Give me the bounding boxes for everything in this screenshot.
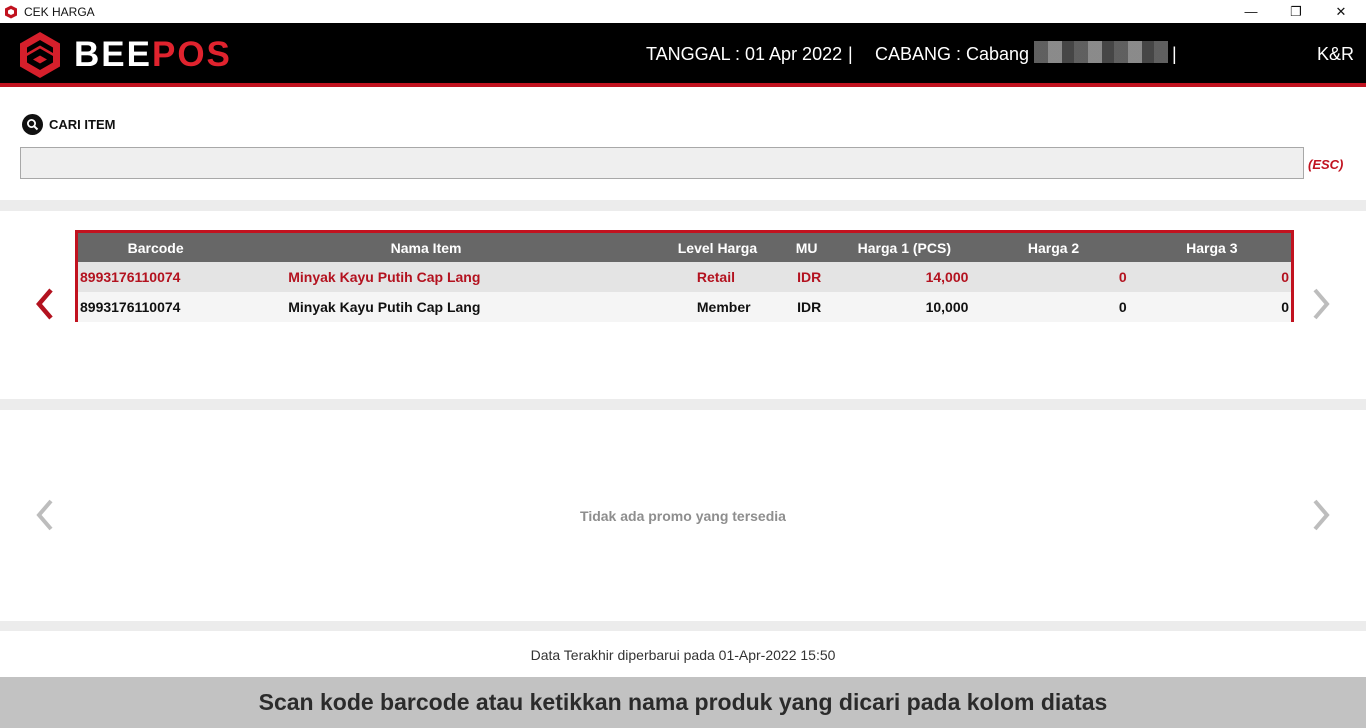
chevron-right-icon <box>1313 499 1330 531</box>
chevron-left-icon <box>36 288 53 320</box>
column-header-nama-item: Nama Item <box>390 239 462 256</box>
cell-nama-item: Minyak Kayu Putih Cap Lang <box>288 299 481 315</box>
header-branch: CABANG : Cabang <box>875 44 1030 64</box>
window-title: CEK HARGA <box>24 4 95 19</box>
prev-price-arrow[interactable] <box>30 284 60 324</box>
section-divider <box>0 621 1366 631</box>
maximize-button[interactable]: ❐ <box>1273 0 1319 23</box>
instruction-footer: Scan kode barcode atau ketikkan nama pro… <box>0 677 1366 728</box>
table-row[interactable]: 8993176110074 Minyak Kayu Putih Cap Lang… <box>78 262 1291 292</box>
redacted-branch-name <box>1034 41 1168 63</box>
cell-level-harga: Retail <box>696 269 735 285</box>
esc-hint: (ESC) <box>1308 157 1344 172</box>
cell-harga-2: 0 <box>1118 269 1127 285</box>
minimize-icon: — <box>1244 4 1258 19</box>
chevron-right-icon <box>1313 288 1330 320</box>
cell-harga-1: 14,000 <box>925 269 969 285</box>
minimize-button[interactable]: — <box>1228 0 1274 23</box>
cell-nama-item: Minyak Kayu Putih Cap Lang <box>288 269 481 285</box>
cell-level-harga: Member <box>696 299 751 315</box>
column-header-barcode: Barcode <box>127 239 184 256</box>
app-icon <box>5 5 17 18</box>
search-label-text: CARI ITEM <box>49 117 116 132</box>
cell-harga-3: 0 <box>1281 299 1289 315</box>
cell-harga-1: 10,000 <box>925 299 969 315</box>
cell-mu: IDR <box>797 299 822 315</box>
logo-hexagon-icon <box>20 32 60 78</box>
header-separator: | <box>1172 44 1177 64</box>
search-input[interactable] <box>20 147 1304 179</box>
column-header-mu: MU <box>795 239 818 256</box>
column-header-harga-3: Harga 3 <box>1186 239 1238 256</box>
table-row[interactable]: 8993176110074 Minyak Kayu Putih Cap Lang… <box>78 292 1291 322</box>
search-icon <box>22 114 43 135</box>
cell-harga-3: 0 <box>1281 269 1289 285</box>
cell-mu: IDR <box>797 269 822 285</box>
section-divider <box>0 200 1366 211</box>
close-icon: ✕ <box>1335 3 1347 19</box>
price-table: Barcode Nama Item Level Harga MU Harga 1… <box>75 230 1294 322</box>
table-header-row: Barcode Nama Item Level Harga MU Harga 1… <box>78 233 1291 262</box>
beepos-logo: BEE POS <box>18 31 232 79</box>
last-updated-text: Data Terakhir diperbarui pada 01-Apr-202… <box>530 647 836 663</box>
close-button[interactable]: ✕ <box>1318 0 1364 23</box>
next-promo-arrow[interactable] <box>1306 495 1336 535</box>
column-header-harga-1: Harga 1 (PCS) <box>857 239 951 256</box>
header-user: K&R <box>1317 44 1355 64</box>
cell-barcode: 8993176110074 <box>80 299 181 315</box>
header-separator: | <box>848 44 853 64</box>
instruction-message: Scan kode barcode atau ketikkan nama pro… <box>258 689 1108 715</box>
column-header-level-harga: Level Harga <box>677 239 758 256</box>
window-titlebar: CEK HARGA — ❐ ✕ <box>0 0 1366 23</box>
header-date: TANGGAL : 01 Apr 2022 <box>646 44 843 64</box>
next-price-arrow[interactable] <box>1306 284 1336 324</box>
cell-harga-2: 0 <box>1118 299 1127 315</box>
logo-text-bee: BEE <box>74 35 152 74</box>
search-label: CARI ITEM <box>22 114 115 135</box>
logo-text-pos: POS <box>151 35 232 74</box>
restore-icon: ❐ <box>1290 3 1302 19</box>
cell-barcode: 8993176110074 <box>80 269 181 285</box>
column-header-harga-2: Harga 2 <box>1027 239 1080 256</box>
section-divider <box>0 399 1366 410</box>
promo-empty-message: Tidak ada promo yang tersedia <box>580 508 786 524</box>
